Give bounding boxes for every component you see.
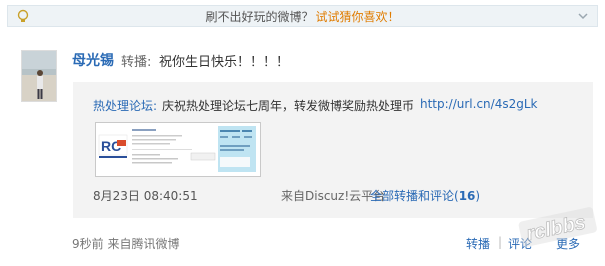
all-reposts-link[interactable]: 全部转播和评论(16) — [370, 187, 480, 204]
watermark-logo: rclbbs — [518, 207, 597, 247]
thumbnail-image: RC — [96, 123, 260, 176]
avatar-photo — [22, 51, 56, 101]
quoted-timestamp[interactable]: 8月23日 08:40:51 — [93, 187, 198, 204]
close-icon[interactable] — [576, 9, 590, 23]
repost-verb: 转播: — [121, 55, 152, 70]
quoted-text: 庆祝热处理论坛七周年，转发微博奖励热处理币 — [162, 99, 415, 113]
lightbulb-icon — [17, 9, 29, 22]
repost-button[interactable]: 转播 — [466, 235, 490, 252]
quoted-author[interactable]: 热处理论坛: — [93, 97, 157, 114]
quoted-thumbnail[interactable]: RC — [95, 122, 261, 177]
suggestion-bar: 刷不出好玩的微博？ 试试猜你喜欢！ — [7, 5, 598, 27]
action-separator: | — [498, 235, 503, 249]
post-content: 祝你生日快乐！！！！ — [159, 55, 290, 70]
all-reposts-suffix: ) — [475, 189, 481, 203]
avatar[interactable] — [21, 50, 57, 102]
suggestion-text: 刷不出好玩的微博？ — [205, 9, 314, 24]
post-time-source: 9秒前 来自腾讯微博 — [72, 237, 180, 251]
all-reposts-count: 16 — [458, 189, 476, 203]
all-reposts-label: 全部转播和评论( — [370, 189, 459, 203]
quoted-url-link[interactable]: http://url.cn/4s2gLk — [420, 97, 537, 111]
post-author[interactable]: 母光锡 — [72, 50, 114, 70]
guess-you-like-link[interactable]: 试试猜你喜欢！ — [316, 8, 400, 25]
